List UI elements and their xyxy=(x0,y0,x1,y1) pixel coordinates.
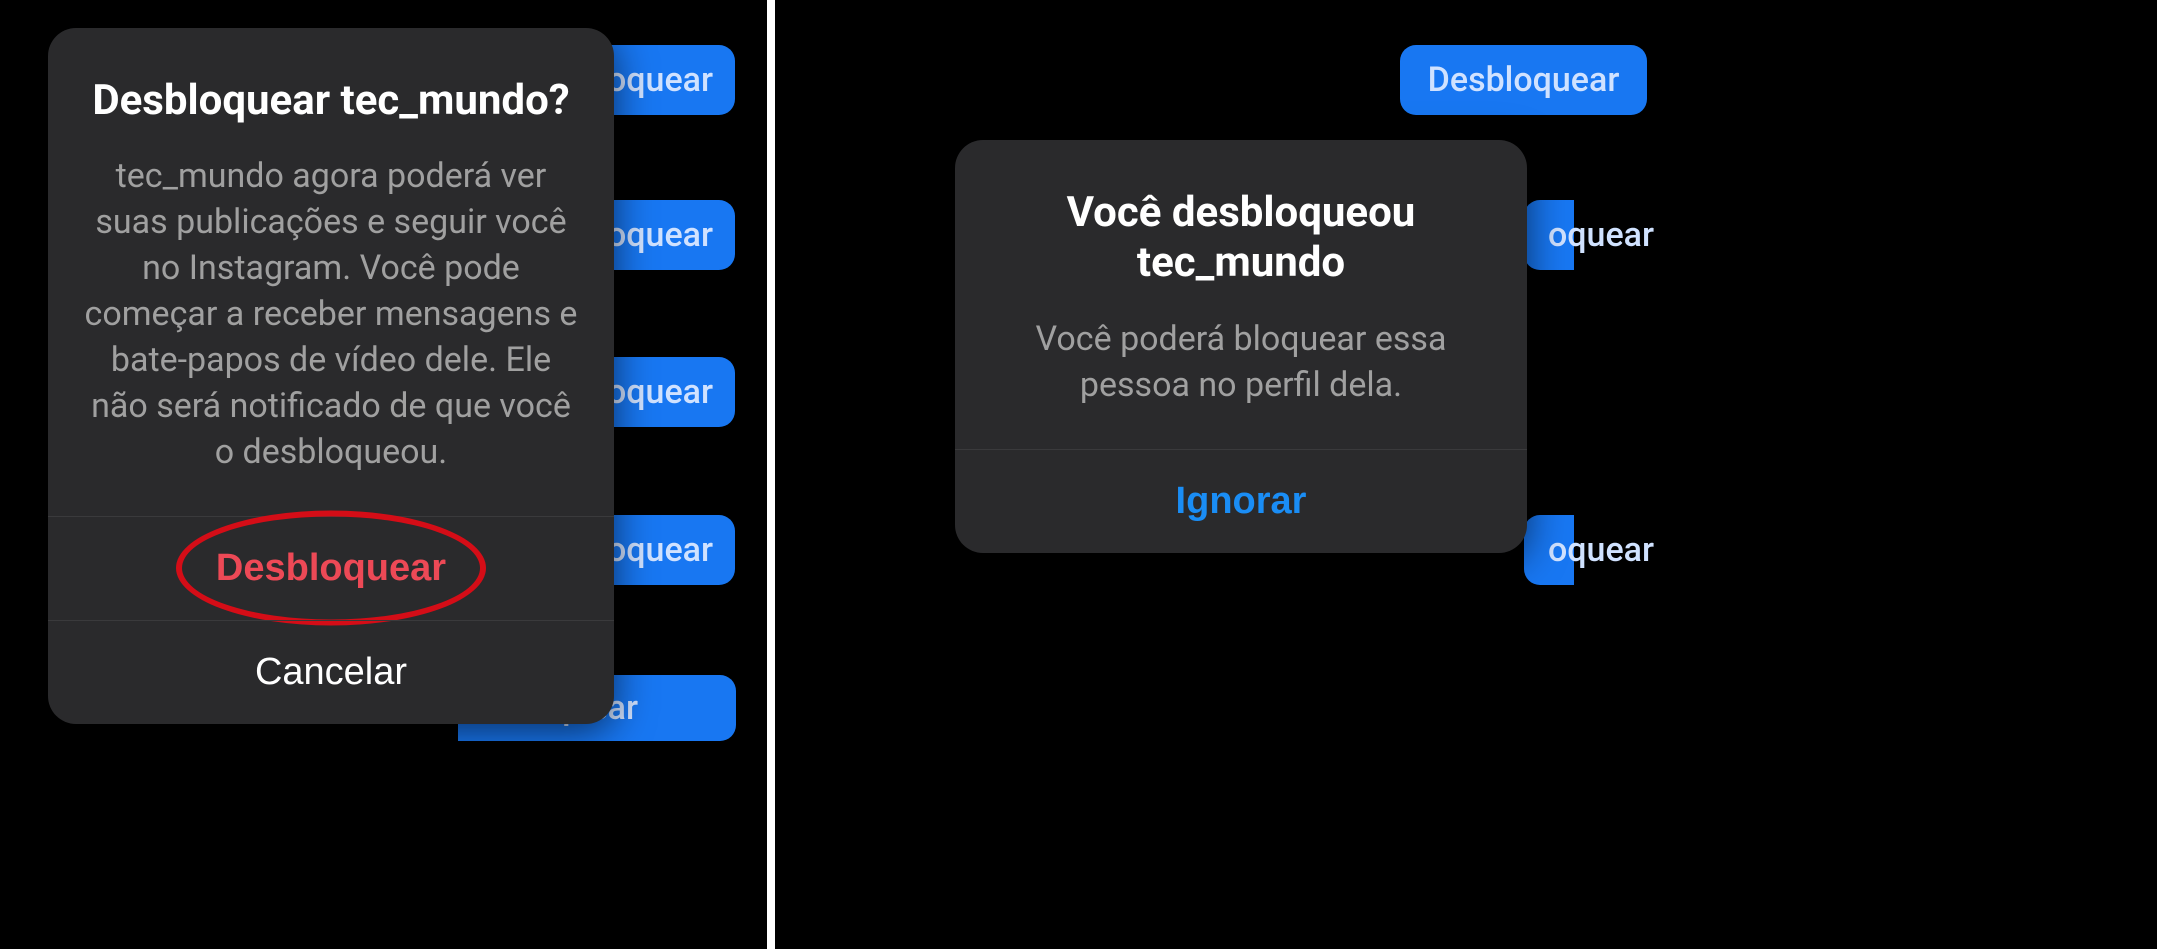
cancel-button[interactable]: Cancelar xyxy=(48,620,614,724)
unblock-button[interactable]: oquear xyxy=(1524,515,1574,585)
button-label: oquear xyxy=(1548,215,1654,255)
screenshot-left: oquear oquear oquear oquear oquear Desbl… xyxy=(0,0,775,949)
button-label: Cancelar xyxy=(255,651,407,693)
unblock-success-dialog: Você desbloqueou tec_mundo Você poderá b… xyxy=(955,140,1527,553)
dialog-content: Desbloquear tec_mundo? tec_mundo agora p… xyxy=(48,28,614,516)
unblock-button[interactable]: oquear xyxy=(609,45,735,115)
unblock-confirm-button[interactable]: Desbloquear xyxy=(48,516,614,620)
button-label: oquear xyxy=(1548,530,1654,570)
dialog-actions: Ignorar xyxy=(955,449,1527,553)
button-label: oquear xyxy=(607,530,713,570)
unblock-confirm-dialog: Desbloquear tec_mundo? tec_mundo agora p… xyxy=(48,28,614,724)
button-label: oquear xyxy=(607,215,713,255)
dialog-content: Você desbloqueou tec_mundo Você poderá b… xyxy=(955,140,1527,449)
button-label: oquear xyxy=(607,372,713,412)
button-label: Desbloquear xyxy=(1428,60,1620,100)
dialog-title: Desbloquear tec_mundo? xyxy=(84,76,578,126)
unblock-button[interactable]: oquear xyxy=(609,515,735,585)
unblock-button[interactable]: oquear xyxy=(609,200,735,270)
dialog-body: Você poderá bloquear essa pessoa no perf… xyxy=(991,317,1491,409)
dialog-title: Você desbloqueou tec_mundo xyxy=(991,188,1491,289)
screenshot-right: Desbloquear oquear oquear Você desbloque… xyxy=(775,0,2149,949)
dialog-body: tec_mundo agora poderá ver suas publicaç… xyxy=(84,154,578,475)
unblock-button[interactable]: oquear xyxy=(1524,200,1574,270)
button-label: oquear xyxy=(607,60,713,100)
dialog-actions: Desbloquear Cancelar xyxy=(48,516,614,724)
dismiss-button[interactable]: Ignorar xyxy=(955,449,1527,553)
unblock-button[interactable]: oquear xyxy=(609,357,735,427)
button-label: Ignorar xyxy=(1176,480,1307,522)
unblock-button[interactable]: Desbloquear xyxy=(1400,45,1647,115)
button-label: Desbloquear xyxy=(216,547,446,589)
